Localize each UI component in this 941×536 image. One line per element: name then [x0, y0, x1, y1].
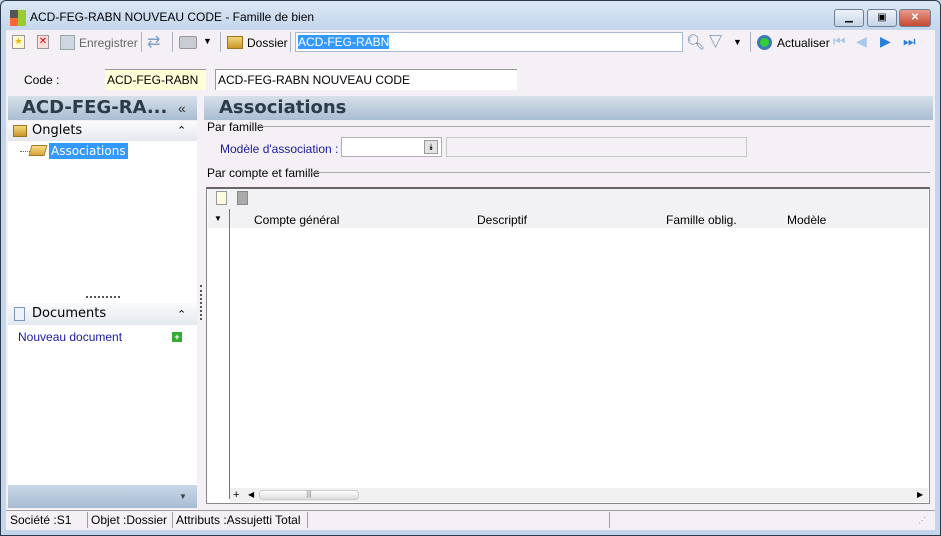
model-label: Modèle d'association :	[220, 142, 339, 156]
open-folder-icon	[28, 145, 48, 156]
separator	[750, 32, 751, 52]
divider	[309, 172, 930, 173]
last-record-icon[interactable]: ⏭	[903, 33, 916, 50]
search-value: ACD-FEG-RABN	[298, 35, 390, 49]
new-document-link[interactable]: Nouveau document	[18, 330, 122, 344]
close-button[interactable]: ✕	[899, 9, 931, 27]
status-company: Société :S1	[7, 512, 88, 528]
horizontal-scrollbar-thumb[interactable]: |||	[259, 490, 359, 500]
add-row-icon[interactable]	[216, 191, 227, 205]
sync-icon[interactable]: ⇄	[147, 32, 160, 52]
collapse-panel-button[interactable]: «	[178, 100, 186, 116]
resize-grip-icon[interactable]: ⋰	[918, 516, 926, 525]
row-indicator-divider	[229, 209, 230, 499]
search-input[interactable]: ACD-FEG-RABN	[295, 32, 683, 52]
collapse-documents-icon[interactable]: ⌃	[177, 308, 186, 321]
scroll-right-icon[interactable]: ▶	[917, 490, 923, 499]
document-icon	[14, 307, 25, 321]
expand-icon[interactable]: +	[233, 489, 239, 501]
tabs-section-title: Onglets	[32, 123, 83, 138]
maximize-button[interactable]: ▣	[867, 9, 897, 27]
folder-icon	[13, 125, 27, 137]
column-header-descriptif[interactable]: Descriptif	[477, 213, 527, 227]
save-icon[interactable]	[60, 35, 75, 50]
delete-row-icon[interactable]	[237, 191, 248, 205]
filter-icon[interactable]: ▽	[709, 31, 722, 51]
column-header-compte[interactable]: Compte général	[254, 213, 339, 227]
tree-item-associations[interactable]: Associations	[49, 143, 128, 159]
separator	[290, 32, 291, 52]
left-panel-header: ACD-FEG-RA...	[8, 96, 197, 120]
minimize-button[interactable]: ▁	[834, 9, 864, 27]
vertical-splitter[interactable]	[200, 285, 202, 320]
refresh-icon[interactable]	[757, 35, 772, 50]
separator	[220, 32, 221, 52]
main-title: Associations	[219, 97, 347, 118]
column-chooser-icon[interactable]: ▼	[214, 214, 222, 223]
code-field[interactable]: ACD-FEG-RABN	[105, 69, 206, 90]
documents-section-title: Documents	[32, 306, 107, 321]
left-panel-title: ACD-FEG-RA...	[22, 97, 168, 118]
panel-menu-dropdown-icon[interactable]: ▼	[179, 492, 187, 501]
folder-icon[interactable]	[227, 36, 243, 49]
divider	[258, 126, 930, 127]
new-icon[interactable]: ★	[12, 35, 25, 49]
status-empty-2	[610, 512, 910, 528]
window-title: ACD-FEG-RABN NOUVEAU CODE - Famille de b…	[30, 10, 315, 24]
grid-toolbar	[208, 189, 928, 209]
scroll-left-icon[interactable]: ◀	[248, 490, 254, 499]
column-header-modele[interactable]: Modèle	[787, 213, 826, 227]
next-record-icon[interactable]: ▶	[880, 33, 891, 50]
code-label: Code :	[24, 73, 60, 87]
splitter-handle[interactable]	[86, 296, 120, 298]
first-record-icon[interactable]: ⏮	[833, 33, 846, 50]
search-icon[interactable]: 🔍︎	[686, 33, 705, 51]
collapse-tabs-icon[interactable]: ⌃	[177, 124, 186, 137]
separator	[172, 32, 173, 52]
associations-grid	[206, 187, 930, 504]
main-header: Associations	[204, 96, 933, 120]
group-by-family-label: Par famille	[207, 120, 264, 134]
refresh-button[interactable]: Actualiser	[777, 36, 830, 50]
status-object: Objet :Dossier	[88, 512, 173, 528]
folder-button[interactable]: Dossier	[247, 36, 288, 50]
save-button[interactable]: Enregistrer	[79, 36, 138, 50]
left-panel-footer	[8, 485, 197, 508]
print-dropdown-icon[interactable]: ▼	[203, 36, 212, 46]
model-description-field	[446, 137, 747, 157]
filter-dropdown-icon[interactable]: ▼	[733, 37, 742, 47]
app-icon	[10, 10, 26, 26]
add-document-icon[interactable]: +	[172, 332, 182, 342]
description-field[interactable]: ACD-FEG-RABN NOUVEAU CODE	[215, 69, 517, 90]
print-icon[interactable]	[179, 36, 197, 49]
status-attributes: Attributs :Assujetti Total	[173, 512, 308, 528]
delete-icon[interactable]: ✕	[37, 35, 49, 49]
previous-record-icon[interactable]: ◀	[856, 33, 867, 50]
column-header-famille[interactable]: Famille oblig.	[666, 213, 737, 227]
separator	[141, 32, 142, 52]
group-by-account-label: Par compte et famille	[207, 166, 320, 180]
chevron-down-icon[interactable]: ⯯	[424, 140, 438, 154]
status-empty-1	[308, 512, 610, 528]
